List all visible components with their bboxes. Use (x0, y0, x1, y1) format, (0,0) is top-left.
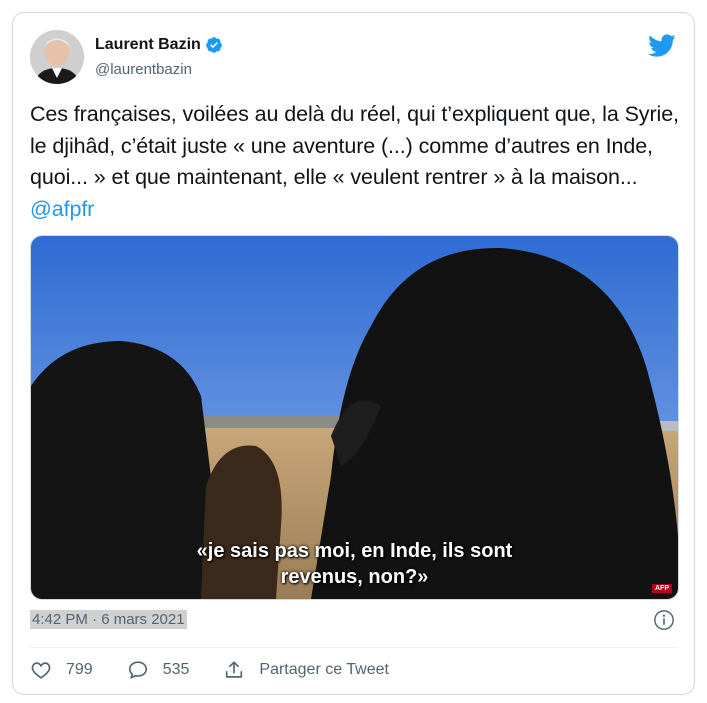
subtitle-line-1: «je sais pas moi, en Inde, ils sont (196, 540, 513, 562)
speech-bubble-icon (128, 661, 147, 679)
tweet-video[interactable]: «je sais pas moi, en Inde, ils sont reve… (30, 235, 679, 600)
tweet-text: Ces françaises, voilées au delà du réel,… (30, 99, 680, 225)
like-count: 799 (66, 661, 93, 678)
tweet-card[interactable]: Laurent Bazin @laurentbazin Ces français… (12, 12, 695, 695)
author-name-text[interactable]: Laurent Bazin (95, 36, 201, 54)
tweet-timestamp[interactable]: 4:42 PM · 6 mars 2021 (30, 610, 187, 629)
info-icon[interactable] (653, 609, 675, 631)
like-button[interactable]: 799 (30, 659, 93, 681)
video-subtitle: «je sais pas moi, en Inde, ils sont reve… (31, 538, 678, 590)
mention-link[interactable]: @afpfr (30, 197, 94, 221)
twitter-bird-icon[interactable] (647, 31, 676, 60)
action-bar: 799 535 Partager ce Tweet (30, 659, 423, 681)
tweet-body: Ces françaises, voilées au delà du réel,… (30, 102, 679, 189)
divider (30, 647, 677, 648)
video-watermark: AFP (652, 584, 672, 593)
heart-icon (31, 662, 51, 679)
avatar[interactable] (30, 30, 84, 84)
share-upload-icon (226, 661, 243, 678)
verified-badge-icon (205, 37, 222, 53)
subtitle-line-2: revenus, non?» (280, 566, 429, 588)
author-handle[interactable]: @laurentbazin (95, 61, 192, 78)
reply-button[interactable]: 535 (127, 659, 190, 681)
reply-count: 535 (162, 661, 190, 678)
share-button[interactable]: Partager ce Tweet (223, 659, 389, 681)
share-label: Partager ce Tweet (259, 661, 389, 678)
author-name[interactable]: Laurent Bazin (95, 36, 223, 54)
